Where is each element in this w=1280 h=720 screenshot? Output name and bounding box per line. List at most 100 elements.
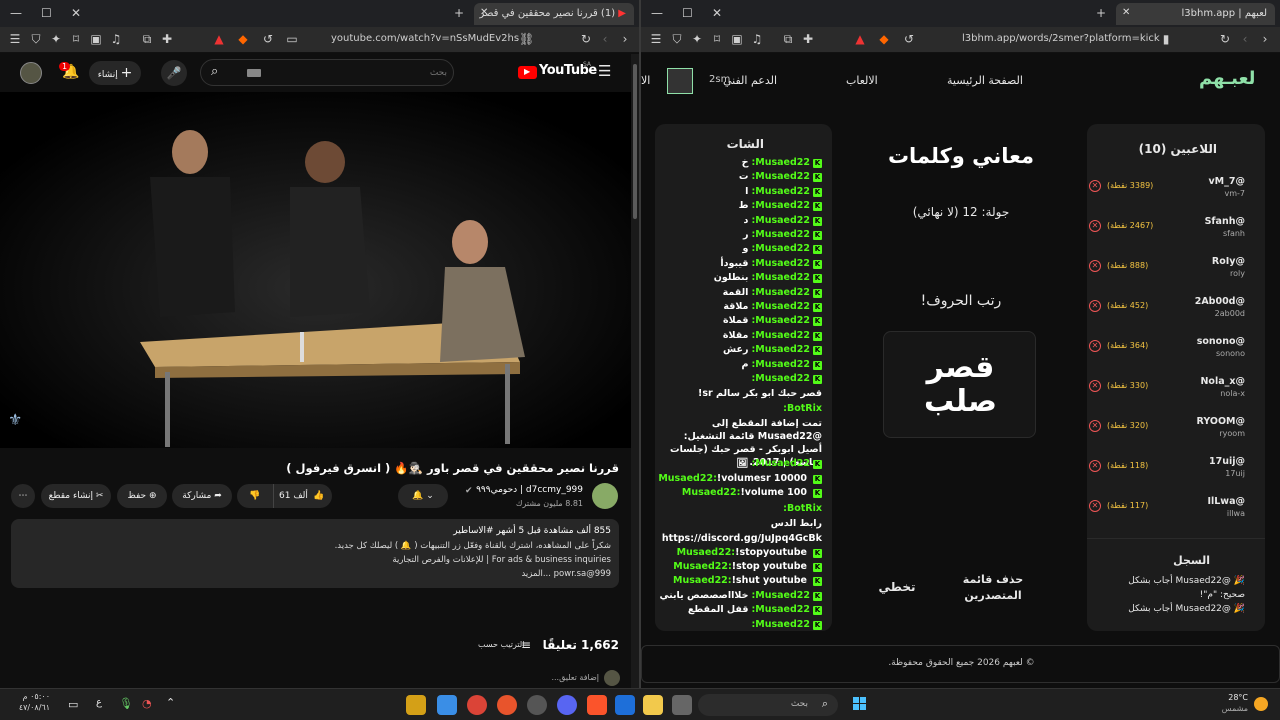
app-logo[interactable]: لعبـهم <box>1199 68 1255 89</box>
player-row[interactable]: @vM_7 vm-7 (3389 نقطة) ✕ <box>1089 176 1245 206</box>
folder-icon[interactable] <box>643 695 663 715</box>
avatar[interactable] <box>20 62 42 84</box>
language-indicator[interactable]: ع <box>96 697 102 708</box>
menu-icon[interactable]: ☰ <box>8 32 22 46</box>
maximize-icon[interactable]: ☐ <box>41 6 52 20</box>
player-row[interactable]: @IlLwa illwa (117 نقطة) ✕ <box>1089 496 1245 526</box>
screenshot-icon[interactable]: ⧉ <box>781 32 795 46</box>
save-button[interactable]: حفظ ⊕ <box>117 484 167 508</box>
search-input[interactable] <box>269 63 447 82</box>
app-icon-roblox[interactable] <box>406 695 426 715</box>
remove-player-icon[interactable]: ✕ <box>1089 380 1101 392</box>
taskbar-search[interactable]: بحث ⌕ <box>698 694 838 716</box>
app-icon-browser[interactable] <box>497 695 517 715</box>
like-icon[interactable]: 👍 <box>313 484 324 508</box>
nav-games[interactable]: الالعاب <box>846 74 878 87</box>
task-view-icon[interactable] <box>672 695 692 715</box>
remove-player-icon[interactable]: ✕ <box>1089 340 1101 352</box>
skip-button[interactable]: تخطي <box>872 580 922 594</box>
sidebar-icon[interactable]: ▣ <box>730 32 744 46</box>
nav-more[interactable]: الا <box>641 74 650 87</box>
minimize-icon[interactable]: — <box>10 6 22 20</box>
new-tab-icon[interactable]: + <box>1096 6 1106 20</box>
remove-player-icon[interactable]: ✕ <box>1089 300 1101 312</box>
tab-close-icon[interactable]: ✕ <box>1122 7 1130 18</box>
channel-name[interactable]: d7ccmy_999 | دحومي٩٩٩ <box>476 485 583 495</box>
share-button[interactable]: مشاركة ➦ <box>172 484 232 508</box>
app-icon-tool[interactable] <box>527 695 547 715</box>
music-icon[interactable]: ♫ <box>109 32 123 46</box>
link-icon[interactable]: ⛓ <box>519 32 534 46</box>
windows-start-icon[interactable] <box>853 697 867 711</box>
address-bar[interactable]: youtube.com/watch?v=nSsMudEv2hs <box>331 33 519 44</box>
nav-home[interactable]: الصفحة الرئيسية <box>947 74 1023 87</box>
reload-icon[interactable]: ↻ <box>579 32 593 46</box>
triangle-icon[interactable]: ▲ <box>212 32 226 46</box>
app-icon-files[interactable] <box>437 695 457 715</box>
tab-l3bhm[interactable]: لعبهم | l3bhm.app ✕ <box>1116 3 1275 25</box>
new-tab-icon[interactable]: + <box>454 6 464 20</box>
player-row[interactable]: @Nola_x nola-x (330 نقطة) ✕ <box>1089 376 1245 406</box>
youtube-logo-icon[interactable]: ▶ <box>518 66 537 79</box>
share-icon[interactable]: ↺ <box>902 32 916 46</box>
player-row[interactable]: @sonono sonono (364 نقطة) ✕ <box>1089 336 1245 366</box>
music-icon[interactable]: ♫ <box>750 32 764 46</box>
player-row[interactable]: @RoIy roly (888 نقطة) ✕ <box>1089 256 1245 286</box>
player-row[interactable]: @17uij 17uij (118 نقطة) ✕ <box>1089 456 1245 486</box>
subscribe-dropdown-button[interactable]: 🔔 ⌄ <box>398 484 448 508</box>
nav-support[interactable]: الدعم الفني <box>723 74 777 87</box>
keyboard-icon[interactable] <box>247 69 261 77</box>
shield-icon[interactable]: ⛉ <box>670 32 684 46</box>
scrollbar-thumb[interactable] <box>633 64 637 219</box>
brave-shield-icon[interactable]: ◆ <box>236 32 250 46</box>
puzzle-icon[interactable]: ✚ <box>160 32 174 46</box>
headset-icon[interactable]: ◔ <box>142 697 152 710</box>
reload-icon[interactable]: ↻ <box>1218 32 1232 46</box>
hamburger-menu-icon[interactable]: ☰ <box>598 62 611 80</box>
store-icon[interactable] <box>615 695 635 715</box>
sort-label[interactable]: الترتيب حسب <box>478 640 524 649</box>
clear-leaderboard-button[interactable]: حذف قائمة المتصدرين <box>953 572 1033 604</box>
description-box[interactable]: 855 ألف مشاهدة قبل 5 أشهر #الاساطير شكرا… <box>11 519 619 588</box>
back-icon[interactable]: ‹ <box>598 32 612 46</box>
remove-player-icon[interactable]: ✕ <box>1089 420 1101 432</box>
menu-icon[interactable]: ☰ <box>649 32 663 46</box>
extensions-icon[interactable]: ✦ <box>690 32 704 46</box>
create-button[interactable]: إنشاء + <box>89 61 141 85</box>
user-avatar[interactable] <box>667 68 693 94</box>
triangle-icon[interactable]: ▲ <box>853 32 867 46</box>
microphone-icon[interactable]: 🎙 <box>119 697 133 710</box>
screenshot-icon[interactable]: ⧉ <box>140 32 154 46</box>
share-icon[interactable]: ↺ <box>261 32 275 46</box>
tab-youtube[interactable]: ▶ (1) قررنا نصير محققين في قصر ✕ <box>474 3 634 25</box>
remove-player-icon[interactable]: ✕ <box>1089 180 1101 192</box>
channel-avatar[interactable] <box>592 483 618 509</box>
bookmark-star-icon[interactable]: ▮ <box>1159 32 1173 46</box>
forward-icon[interactable]: › <box>1258 32 1272 46</box>
clip-button[interactable]: إنشاء مقطع ✂ <box>41 484 111 508</box>
bookmark-icon[interactable]: ⌑ <box>710 32 724 46</box>
shield-icon[interactable]: ⛉ <box>29 32 43 46</box>
forward-icon[interactable]: › <box>618 32 632 46</box>
extensions-icon[interactable]: ✦ <box>49 32 63 46</box>
clock[interactable]: ٠٥:٠٠ م ٤٧/٠٨/٦١ <box>10 691 50 713</box>
video-player[interactable]: ⚜ <box>0 92 631 448</box>
maximize-icon[interactable]: ☐ <box>682 6 693 20</box>
remove-player-icon[interactable]: ✕ <box>1089 260 1101 272</box>
bookmark-icon[interactable]: ⌑ <box>69 32 83 46</box>
remove-player-icon[interactable]: ✕ <box>1089 500 1101 512</box>
remove-player-icon[interactable]: ✕ <box>1089 460 1101 472</box>
more-actions-icon[interactable]: ⋯ <box>11 484 35 508</box>
dislike-icon[interactable]: 👎 <box>249 484 260 508</box>
player-row[interactable]: @Sfanh sfanh (2467 نقطة) ✕ <box>1089 216 1245 246</box>
cast-icon[interactable]: ▭ <box>285 32 299 46</box>
player-row[interactable]: @RYOOM ryoom (320 نقطة) ✕ <box>1089 416 1245 446</box>
puzzle-icon[interactable]: ✚ <box>801 32 815 46</box>
search-icon[interactable]: ⌕ <box>211 64 218 79</box>
remove-player-icon[interactable]: ✕ <box>1089 220 1101 232</box>
sidebar-icon[interactable]: ▣ <box>89 32 103 46</box>
brave-icon[interactable] <box>587 695 607 715</box>
minimize-icon[interactable]: — <box>651 6 663 20</box>
player-row[interactable]: @2Ab00d 2ab00d (452 نقطة) ✕ <box>1089 296 1245 326</box>
microphone-icon[interactable]: 🎤 <box>161 60 187 86</box>
